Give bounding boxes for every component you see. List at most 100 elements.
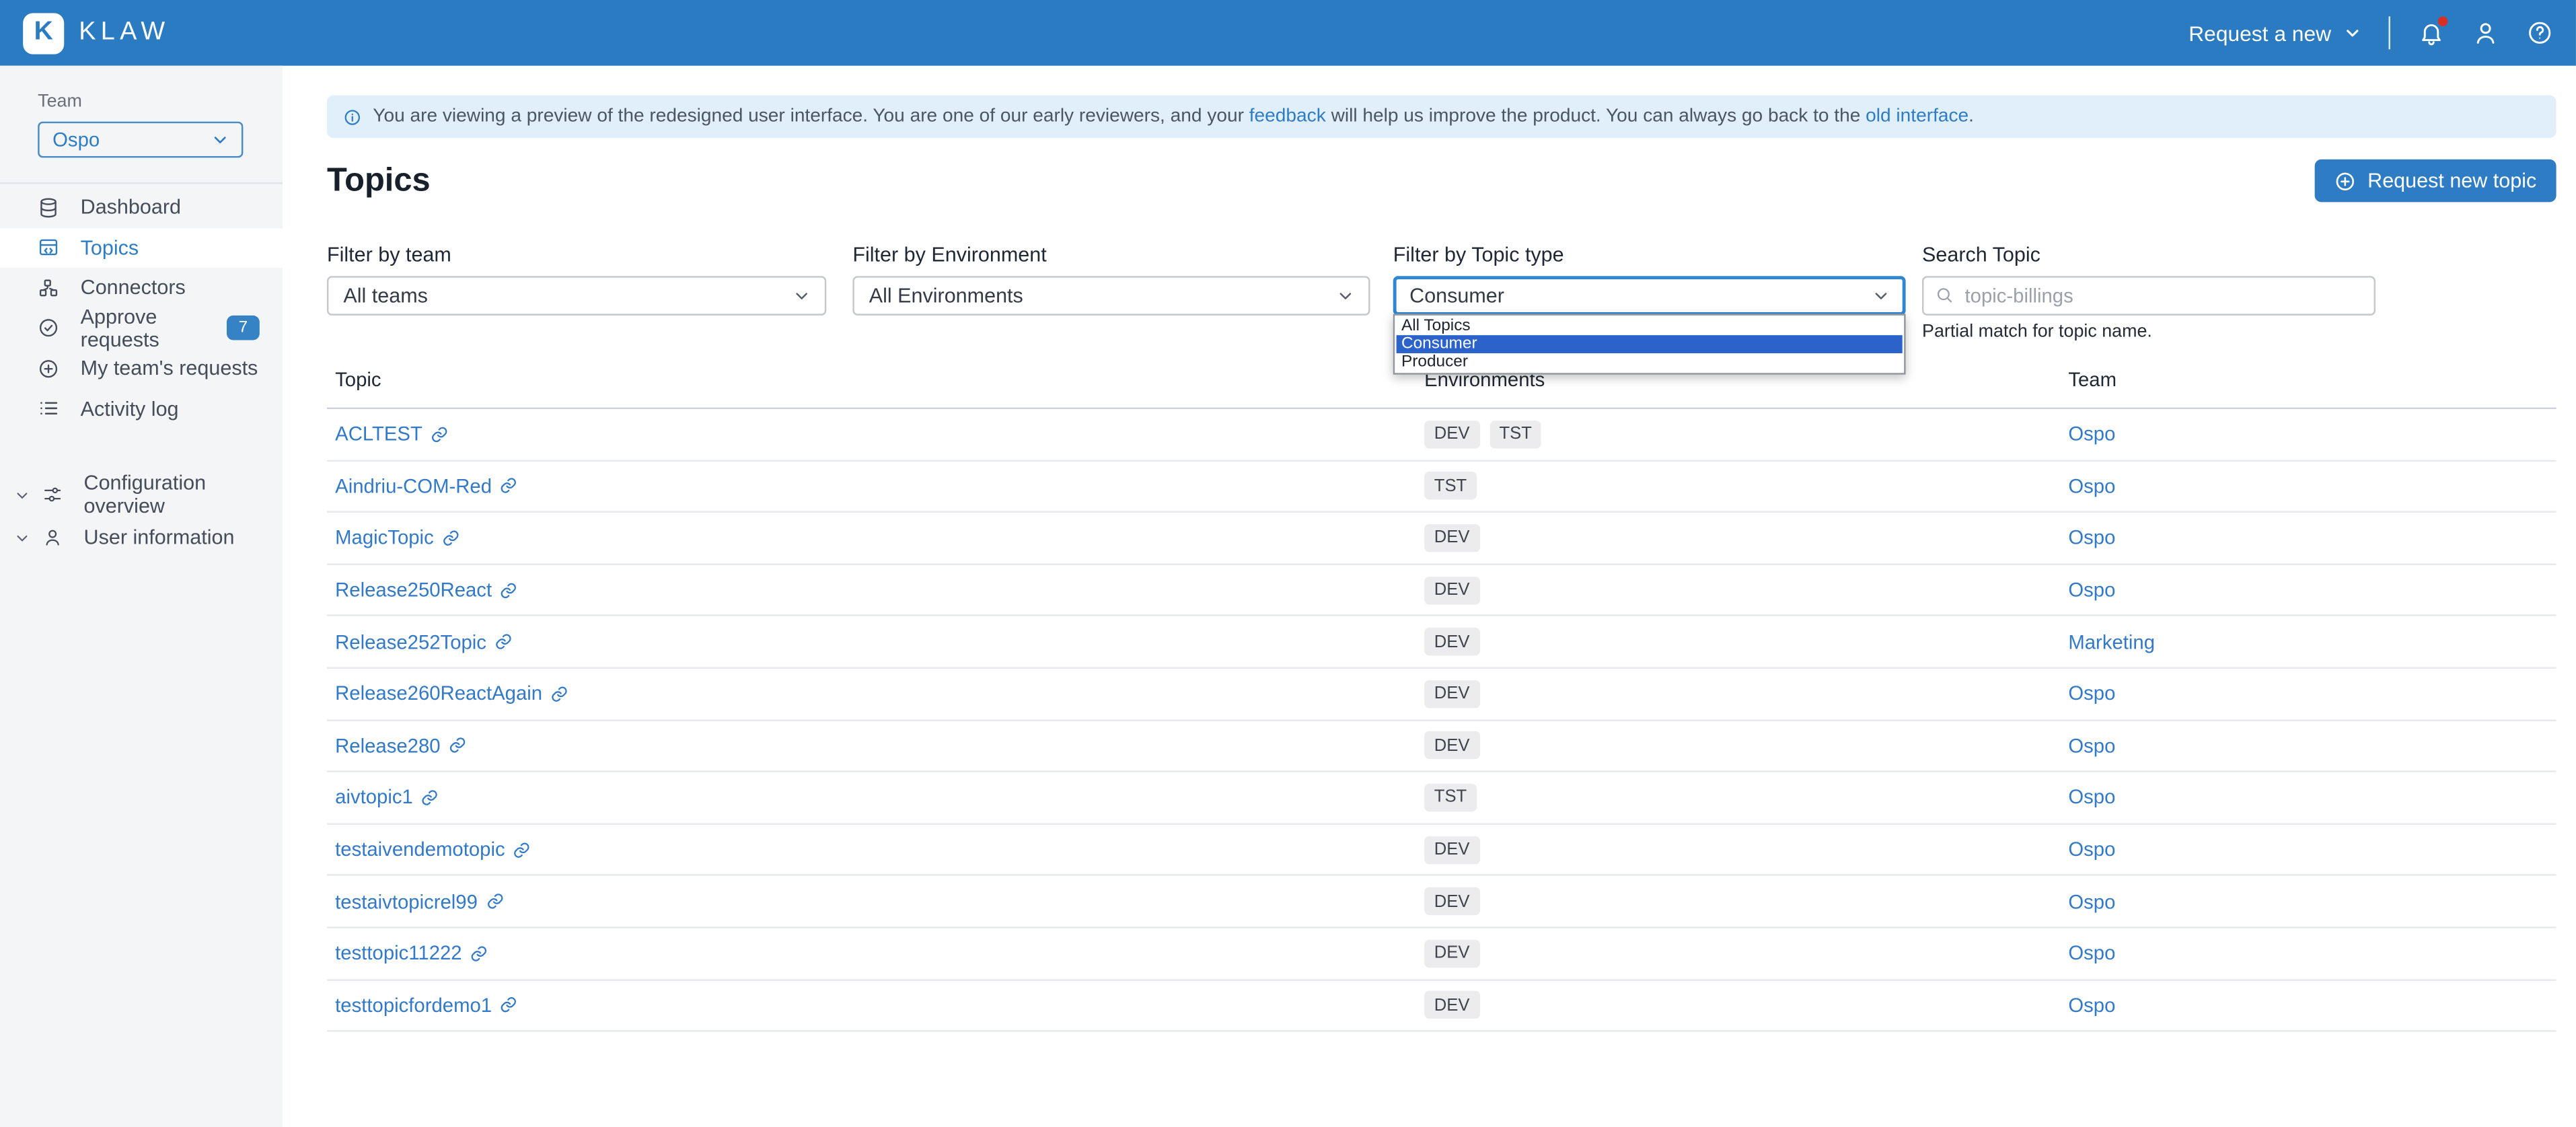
team-link[interactable]: Ospo — [2068, 527, 2115, 550]
topic-type-dropdown: All TopicsConsumerProducer — [1393, 314, 1906, 374]
sidebar-item-activity-log[interactable]: Activity log — [0, 389, 283, 429]
team-cell: Ospo — [2060, 994, 2556, 1017]
team-link[interactable]: Ospo — [2068, 942, 2115, 965]
notifications-button[interactable] — [2418, 20, 2444, 46]
link-icon — [500, 477, 518, 495]
request-new-topic-button[interactable]: Request new topic — [2315, 159, 2556, 202]
topic-link[interactable]: MagicTopic — [335, 527, 434, 550]
profile-button[interactable] — [2472, 20, 2499, 46]
sidebar-item-label: Configuration overview — [84, 472, 283, 517]
request-a-new-menu[interactable]: Request a new — [2188, 21, 2361, 46]
topic-link[interactable]: Release250React — [335, 579, 492, 602]
check-circle-icon — [38, 318, 59, 339]
info-icon — [343, 108, 361, 126]
topic-cell: Aindriu-COM-Red — [327, 474, 1416, 497]
link-icon — [449, 737, 467, 755]
table-row: ACLTEST DEV TST Ospo — [327, 409, 2556, 461]
topics-icon — [38, 237, 59, 258]
brand[interactable]: K KLAW — [23, 12, 170, 53]
brand-name: KLAW — [79, 18, 170, 48]
link-icon — [513, 840, 531, 859]
sidebar-item-configuration-overview[interactable]: Configuration overview — [0, 473, 283, 515]
link-icon — [470, 944, 488, 962]
topic-link[interactable]: aivtopic1 — [335, 786, 413, 809]
filter-environment-label: Filter by Environment — [852, 243, 1370, 266]
sidebar-item-label: Connectors — [81, 277, 186, 299]
topic-link[interactable]: testaivtopicrel99 — [335, 890, 478, 913]
sidebar-item-my-teams-requests[interactable]: My team's requests — [0, 349, 283, 389]
page-title: Topics — [327, 161, 431, 201]
topic-link[interactable]: testtopicfordemo1 — [335, 994, 492, 1017]
sidebar-item-connectors[interactable]: Connectors — [0, 268, 283, 308]
filter-by-topic-type: Filter by Topic type Consumer All Topics… — [1393, 243, 1906, 315]
team-link[interactable]: Marketing — [2068, 630, 2155, 653]
search-icon — [1936, 286, 1954, 304]
user-icon — [42, 528, 62, 547]
link-icon — [431, 425, 449, 443]
team-cell: Ospo — [2060, 890, 2556, 913]
topic-link[interactable]: testaivendemotopic — [335, 838, 505, 861]
old-interface-link[interactable]: old interface — [1866, 107, 1968, 126]
search-topic-input[interactable] — [1922, 276, 2376, 316]
chevron-down-icon — [2345, 25, 2361, 41]
team-link[interactable]: Ospo — [2068, 474, 2115, 497]
environment-chip: TST — [1489, 421, 1542, 449]
chevron-down-icon — [15, 487, 30, 502]
team-cell: Ospo — [2060, 682, 2556, 705]
topic-link[interactable]: Aindriu-COM-Red — [335, 474, 492, 497]
page-head: Topics Request new topic — [327, 159, 2556, 202]
environment-chip: DEV — [1424, 421, 1479, 449]
team-link[interactable]: Ospo — [2068, 423, 2115, 445]
team-link[interactable]: Ospo — [2068, 734, 2115, 757]
environments-cell: DEV — [1416, 939, 2060, 968]
plus-circle-icon — [38, 358, 59, 379]
topic-link[interactable]: ACLTEST — [335, 423, 422, 445]
top-bar: K KLAW Request a new — [0, 0, 2576, 66]
team-select[interactable]: Ospo — [38, 122, 243, 158]
request-new-topic-label: Request new topic — [2367, 170, 2536, 192]
team-link[interactable]: Ospo — [2068, 994, 2115, 1017]
database-icon — [38, 196, 59, 218]
team-cell: Ospo — [2060, 474, 2556, 497]
topic-link[interactable]: Release280 — [335, 734, 440, 757]
sidebar-item-approve-requests[interactable]: Approve requests7 — [0, 308, 283, 349]
topic-type-option[interactable]: All Topics — [1397, 317, 1903, 335]
environments-cell: DEV — [1416, 732, 2060, 760]
sidebar-item-topics[interactable]: Topics — [0, 227, 283, 268]
column-header-team: Team — [2060, 368, 2556, 391]
topic-type-filter-select[interactable]: Consumer — [1393, 276, 1906, 316]
environment-chip: DEV — [1424, 524, 1479, 552]
environment-filter-select[interactable]: All Environments — [852, 276, 1370, 316]
team-link[interactable]: Ospo — [2068, 890, 2115, 913]
help-button[interactable] — [2527, 20, 2553, 46]
topic-link[interactable]: Release260ReactAgain — [335, 682, 542, 705]
team-link[interactable]: Ospo — [2068, 786, 2115, 809]
request-a-new-label: Request a new — [2188, 21, 2331, 46]
environment-chip: DEV — [1424, 680, 1479, 708]
sidebar-item-user-information[interactable]: User information — [0, 516, 283, 558]
team-link[interactable]: Ospo — [2068, 838, 2115, 861]
topic-link[interactable]: Release252Topic — [335, 630, 486, 653]
sidebar-item-dashboard[interactable]: Dashboard — [0, 187, 283, 227]
chevron-down-icon — [1873, 287, 1889, 303]
topic-link[interactable]: testtopic11222 — [335, 942, 462, 965]
help-icon — [2527, 20, 2553, 46]
team-cell: Ospo — [2060, 734, 2556, 757]
link-icon — [550, 685, 568, 703]
sidebar: Team Ospo DashboardTopicsConnectorsAppro… — [0, 66, 283, 1127]
team-link[interactable]: Ospo — [2068, 579, 2115, 602]
sidebar-secondary-nav: Configuration overviewUser information — [0, 473, 283, 558]
team-filter-select[interactable]: All teams — [327, 276, 826, 316]
link-icon — [500, 996, 518, 1015]
chevron-down-icon — [15, 530, 30, 545]
topic-cell: testaivendemotopic — [327, 838, 1416, 861]
topbar-divider — [2389, 16, 2390, 49]
feedback-link[interactable]: feedback — [1249, 107, 1326, 126]
topic-type-option[interactable]: Consumer — [1397, 335, 1903, 353]
user-icon — [2472, 20, 2499, 46]
environment-chip: DEV — [1424, 836, 1479, 864]
team-link[interactable]: Ospo — [2068, 682, 2115, 705]
topic-type-option[interactable]: Producer — [1397, 353, 1903, 371]
team-cell: Ospo — [2060, 579, 2556, 602]
team-filter-value: All teams — [343, 284, 428, 307]
